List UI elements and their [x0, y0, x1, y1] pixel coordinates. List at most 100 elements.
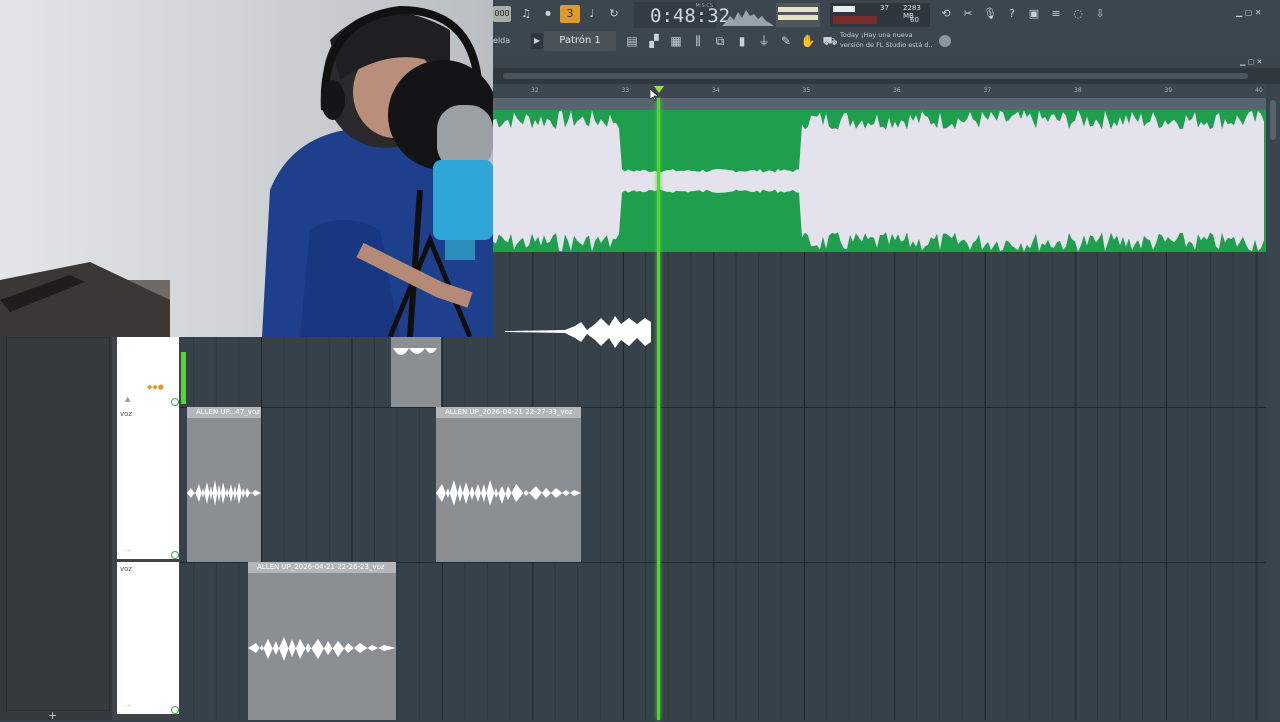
loop-record-icon[interactable]: ↻: [604, 5, 624, 23]
bar-number-35: 35: [802, 87, 811, 94]
cut-icon[interactable]: ✂: [958, 5, 978, 23]
audio-clip[interactable]: ALLEN UP...47_voz: [187, 407, 261, 562]
webcam-overlay: [0, 0, 493, 337]
track-name: voz: [120, 410, 133, 418]
track-header-1[interactable]: ◆◆● ▲: [117, 337, 179, 407]
lane-divider: [180, 407, 1266, 408]
audio-clip[interactable]: ALLEN UP_2026-04-21 22-26-23_voz: [248, 562, 396, 720]
metronome-icon[interactable]: ♫: [516, 5, 536, 23]
browser-icon[interactable]: ▮: [732, 31, 752, 51]
browser-panel: +: [0, 337, 112, 722]
mouse-cursor-icon: [650, 89, 658, 101]
horizontal-scrollbar[interactable]: [493, 68, 1280, 84]
plug-icon[interactable]: ⏚: [754, 31, 774, 51]
playlist-restore-icon[interactable]: ▢: [1248, 58, 1255, 66]
level-bar-left: [778, 7, 818, 12]
webcam-image: [0, 0, 493, 337]
cpu-value: 37: [880, 4, 889, 12]
timeline-ruler[interactable]: 32 33 34 35 36 37 38 39 40: [493, 84, 1280, 98]
playlist-close-icon[interactable]: ✕: [1256, 58, 1262, 66]
track-header-2[interactable]: voz …: [117, 407, 179, 559]
mixer-icon[interactable]: ≡: [1046, 5, 1066, 23]
bar-number-33: 33: [621, 87, 630, 94]
countdown-icon[interactable]: 3: [560, 5, 580, 23]
news-line1: Today ¡Hay una nueva: [840, 31, 913, 39]
clip-waveform: [436, 480, 581, 506]
playlist-title-bar: [493, 56, 1280, 68]
close-icon[interactable]: ✕: [1255, 8, 1262, 17]
audio-clip[interactable]: ALLEN UP_2026-04-21 22-27-33_voz: [436, 407, 581, 562]
help-icon[interactable]: ?: [1002, 5, 1022, 23]
playlist-window-controls: ▁ ▢ ✕: [1240, 58, 1262, 66]
undo-icon[interactable]: ⟲: [936, 5, 956, 23]
track-dots-icon: ▲: [125, 395, 131, 403]
time-unit-label: M:S:CS: [695, 3, 713, 9]
save-icon[interactable]: ▣: [1024, 5, 1044, 23]
playlist-icon[interactable]: ▤: [622, 31, 642, 51]
bar-number-34: 34: [712, 87, 720, 94]
track-header-column: ◆◆● ▲ voz … voz …: [112, 337, 180, 720]
blend-notes-icon[interactable]: ♩: [582, 5, 602, 23]
track-enable-icon[interactable]: [171, 706, 179, 714]
bar-number-32: 32: [531, 87, 539, 94]
globe-icon[interactable]: [939, 35, 951, 47]
playhead-line: [657, 98, 660, 720]
song-time-display[interactable]: 0:48:32 M:S:CS: [634, 2, 730, 28]
cpu-graph: [833, 16, 877, 24]
master-waveform: [493, 110, 1266, 252]
bar-number-38: 38: [1074, 87, 1082, 94]
brush-icon[interactable]: ✎: [776, 31, 796, 51]
clip-title: ALLEN UP_2026-04-21 22-27-33_voz: [436, 407, 581, 418]
maximize-icon[interactable]: ▢: [1245, 8, 1253, 17]
partial-clip-waveform: [505, 316, 651, 348]
audio-clip-partial[interactable]: [391, 337, 441, 407]
tempo-display[interactable]: 000: [493, 6, 511, 22]
cpu-bar: [833, 6, 855, 12]
mixer-view-icon[interactable]: ⫼: [688, 31, 708, 51]
bar-number-36: 36: [893, 87, 901, 94]
channel-rack-icon[interactable]: ▦: [666, 31, 686, 51]
clip-title: ALLEN UP_2026-04-21 22-26-23_voz: [248, 562, 396, 573]
news-panel[interactable]: Today ¡Hay una nueva versión de FL Studi…: [840, 30, 952, 54]
track-header-3[interactable]: voz …: [117, 562, 179, 714]
add-track-button[interactable]: +: [48, 709, 57, 722]
piano-roll-icon[interactable]: ▞: [644, 31, 664, 51]
waveform-shape: [493, 110, 1264, 252]
track-dots-icon: …: [125, 545, 132, 553]
hand-icon[interactable]: ✋: [798, 31, 818, 51]
pattern-arrow-icon[interactable]: ▶: [531, 33, 543, 49]
plugin-picker-icon[interactable]: ⧉: [710, 31, 730, 51]
bar-number-40: 40: [1255, 87, 1263, 94]
track-name: voz: [120, 565, 133, 573]
bar-number-39: 39: [1164, 87, 1173, 94]
track-level-meter: [181, 352, 186, 404]
playlist-minimize-icon[interactable]: ▁: [1240, 58, 1245, 66]
timeline-selection-strip[interactable]: [493, 98, 1280, 110]
cart-icon[interactable]: ⛟: [820, 31, 840, 51]
window-controls: ▁ ▢ ✕: [1236, 8, 1262, 17]
time-value: 0:48:32: [650, 5, 731, 27]
level-bar-right: [778, 15, 818, 20]
track-dots-icon: …: [125, 700, 132, 708]
wait-input-icon[interactable]: ⏺: [538, 5, 558, 23]
pattern-selector[interactable]: Patrón 1: [544, 31, 616, 51]
bar-number-37: 37: [983, 87, 992, 94]
level-monitor: [776, 3, 820, 27]
browser-list[interactable]: [6, 337, 110, 711]
microphone-icon[interactable]: 🎙: [980, 5, 1000, 23]
clip-waveform: [187, 480, 261, 506]
track-enable-icon[interactable]: [171, 551, 179, 559]
clip-title: ALLEN UP...47_voz: [187, 407, 261, 418]
chat-icon[interactable]: ◌: [1068, 5, 1088, 23]
track-buttons-icon[interactable]: ◆◆●: [147, 383, 164, 391]
vertical-scrollbar[interactable]: [1266, 84, 1280, 720]
scrollbar-thumb[interactable]: [503, 73, 1248, 79]
snap-selector[interactable]: elda: [493, 33, 529, 49]
download-icon[interactable]: ⇩: [1090, 5, 1110, 23]
minimize-icon[interactable]: ▁: [1236, 8, 1242, 17]
vertical-scrollbar-thumb[interactable]: [1270, 100, 1276, 140]
clip-waveform: [248, 637, 396, 661]
track-enable-icon[interactable]: [171, 398, 179, 406]
clip-waveform: [393, 348, 437, 355]
oscilloscope-display: [722, 10, 774, 26]
